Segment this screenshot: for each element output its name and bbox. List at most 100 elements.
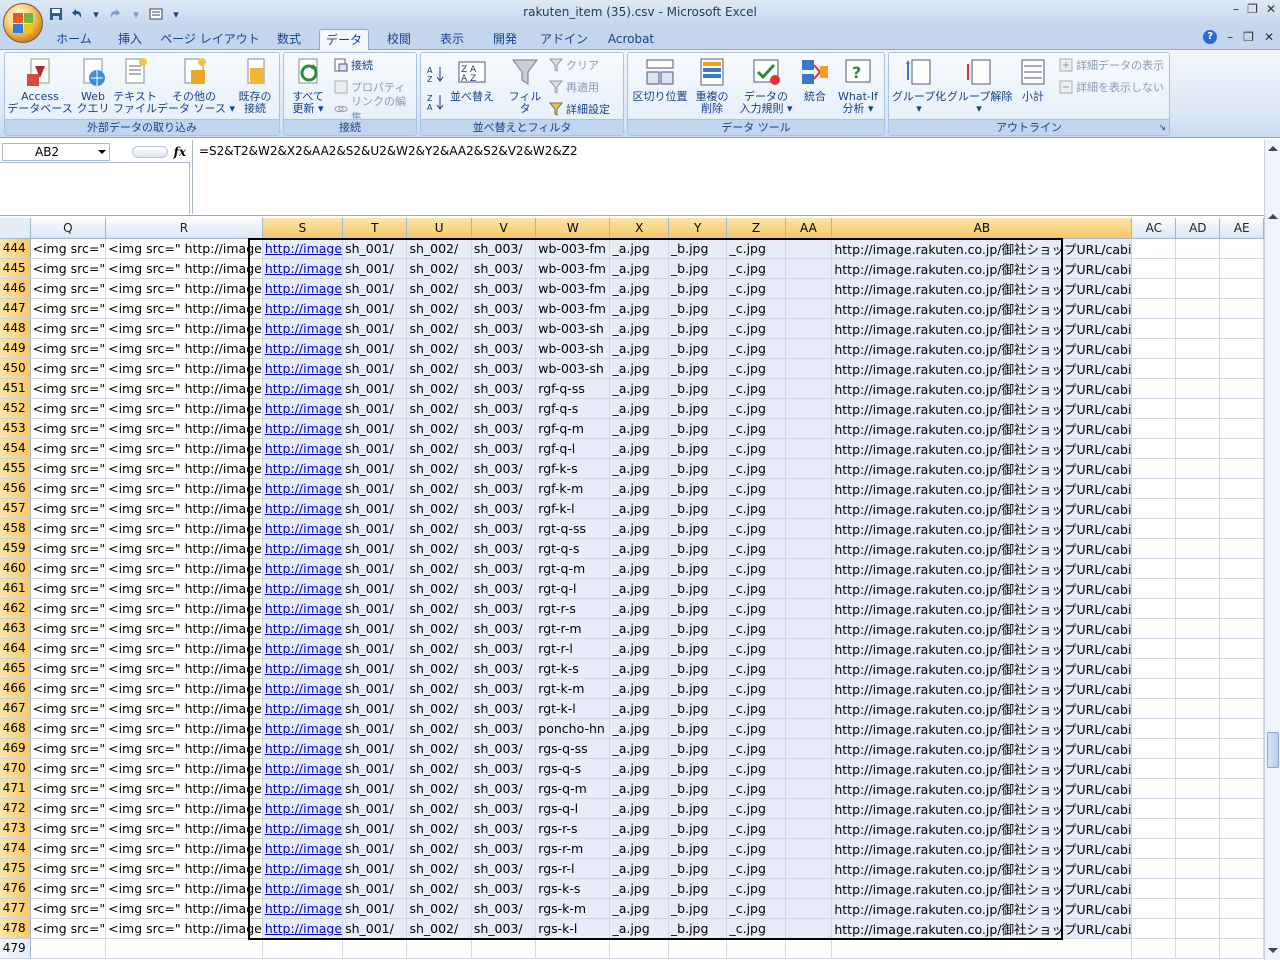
cell-t[interactable]: sh_001/: [342, 698, 408, 719]
cell-r[interactable]: <img src=" http://image: [105, 538, 263, 559]
cell-x[interactable]: _a.jpg: [609, 378, 669, 399]
cell-s[interactable]: http://image: [262, 458, 344, 479]
cell-ac[interactable]: [1131, 638, 1177, 659]
cell-r[interactable]: <img src=" http://image: [105, 438, 263, 459]
cell-u[interactable]: sh_002/: [406, 778, 472, 799]
cell-u[interactable]: sh_002/: [406, 678, 472, 699]
cell-ac[interactable]: [1131, 278, 1177, 299]
what-if-button[interactable]: ? What-If 分析 ▾: [834, 56, 882, 115]
cell-w[interactable]: rgs-q-ss: [535, 738, 611, 759]
scroll-down-icon[interactable]: [1268, 948, 1278, 953]
tab-5[interactable]: 校閲: [380, 29, 418, 50]
cell-ae[interactable]: [1219, 858, 1264, 879]
cell-ae[interactable]: [1219, 778, 1264, 799]
cell-t[interactable]: sh_001/: [342, 798, 408, 819]
row-header[interactable]: 454: [0, 438, 31, 459]
cell-x[interactable]: _a.jpg: [609, 498, 669, 519]
cell-ad[interactable]: [1175, 258, 1221, 279]
cell-t[interactable]: sh_001/: [342, 738, 408, 759]
cell-r[interactable]: <img src=" http://image: [105, 258, 263, 279]
row-header[interactable]: 460: [0, 558, 31, 579]
cell-v[interactable]: sh_003/: [471, 598, 537, 619]
cell-x[interactable]: _a.jpg: [609, 918, 669, 939]
cell-ab[interactable]: http://image.rakuten.co.jp/御社ショップURL/cab…: [831, 458, 1133, 479]
cell-z[interactable]: _c.jpg: [726, 578, 786, 599]
cell-w[interactable]: wb-003-fm: [535, 258, 611, 279]
cell-z[interactable]: _c.jpg: [726, 778, 786, 799]
cell-t[interactable]: sh_001/: [342, 818, 408, 839]
cell-u[interactable]: sh_002/: [406, 518, 472, 539]
cell-ad[interactable]: [1175, 518, 1221, 539]
cell-q[interactable]: [30, 938, 107, 959]
cell-r[interactable]: <img src=" http://image: [105, 798, 263, 819]
reapply-button[interactable]: 再適用: [548, 78, 599, 96]
scrollbar-thumb[interactable]: [1267, 732, 1279, 768]
cell-aa[interactable]: [785, 858, 833, 879]
cell-q[interactable]: <img src=": [30, 878, 107, 899]
cell-t[interactable]: sh_001/: [342, 358, 408, 379]
cell-u[interactable]: sh_002/: [406, 858, 472, 879]
cell-ad[interactable]: [1175, 298, 1221, 319]
cell-ae[interactable]: [1219, 738, 1264, 759]
row-header[interactable]: 453: [0, 418, 31, 439]
cell-x[interactable]: _a.jpg: [609, 798, 669, 819]
cell-x[interactable]: _a.jpg: [609, 658, 669, 679]
cell-ab[interactable]: http://image.rakuten.co.jp/御社ショップURL/cab…: [831, 658, 1133, 679]
cell-z[interactable]: _c.jpg: [726, 478, 786, 499]
cell-x[interactable]: _a.jpg: [609, 418, 669, 439]
cell-t[interactable]: sh_001/: [342, 258, 408, 279]
cell-y[interactable]: _b.jpg: [668, 398, 728, 419]
cell-s[interactable]: http://image: [262, 238, 344, 259]
cell-q[interactable]: <img src=": [30, 458, 107, 479]
cell-s[interactable]: http://image: [262, 918, 344, 939]
cell-u[interactable]: sh_002/: [406, 818, 472, 839]
cell-q[interactable]: <img src=": [30, 698, 107, 719]
cell-u[interactable]: sh_002/: [406, 358, 472, 379]
cell-v[interactable]: sh_003/: [471, 778, 537, 799]
cell-ab[interactable]: http://image.rakuten.co.jp/御社ショップURL/cab…: [831, 918, 1133, 939]
cell-ae[interactable]: [1219, 298, 1264, 319]
cell-x[interactable]: _a.jpg: [609, 678, 669, 699]
cell-y[interactable]: _b.jpg: [668, 618, 728, 639]
cell-aa[interactable]: [785, 238, 833, 259]
cell-w[interactable]: rgs-r-m: [535, 838, 611, 859]
cell-q[interactable]: <img src=": [30, 798, 107, 819]
cell-ad[interactable]: [1175, 458, 1221, 479]
cell-z[interactable]: _c.jpg: [726, 638, 786, 659]
cell-t[interactable]: sh_001/: [342, 618, 408, 639]
cell-s[interactable]: http://image: [262, 398, 344, 419]
cell-ad[interactable]: [1175, 398, 1221, 419]
cell-ad[interactable]: [1175, 898, 1221, 919]
row-header[interactable]: 469: [0, 738, 31, 759]
cell-t[interactable]: sh_001/: [342, 858, 408, 879]
cell-aa[interactable]: [785, 718, 833, 739]
sort-desc-button[interactable]: ZA: [427, 93, 445, 112]
cell-z[interactable]: _c.jpg: [726, 498, 786, 519]
cell-u[interactable]: sh_002/: [406, 598, 472, 619]
cell-w[interactable]: rgt-q-s: [535, 538, 611, 559]
text-file-button[interactable]: テキスト ファイル: [113, 56, 157, 115]
cell-u[interactable]: sh_002/: [406, 458, 472, 479]
cell-z[interactable]: _c.jpg: [726, 518, 786, 539]
column-header-aa[interactable]: AA: [785, 218, 833, 239]
cell-r[interactable]: <img src=" http://image: [105, 778, 263, 799]
cell-ae[interactable]: [1219, 338, 1264, 359]
cell-ad[interactable]: [1175, 718, 1221, 739]
cell-aa[interactable]: [785, 598, 833, 619]
cell-aa[interactable]: [785, 278, 833, 299]
cell-v[interactable]: sh_003/: [471, 398, 537, 419]
cell-z[interactable]: _c.jpg: [726, 678, 786, 699]
cell-s[interactable]: http://image: [262, 358, 344, 379]
cell-aa[interactable]: [785, 658, 833, 679]
ribbon-minimize-button[interactable]: –: [1227, 30, 1233, 44]
cell-u[interactable]: sh_002/: [406, 438, 472, 459]
cell-u[interactable]: sh_002/: [406, 298, 472, 319]
subtotal-button[interactable]: 小計: [1013, 56, 1053, 103]
cell-v[interactable]: sh_003/: [471, 358, 537, 379]
cell-ab[interactable]: http://image.rakuten.co.jp/御社ショップURL/cab…: [831, 798, 1133, 819]
cell-ae[interactable]: [1219, 378, 1264, 399]
cell-r[interactable]: <img src=" http://image: [105, 398, 263, 419]
cell-ac[interactable]: [1131, 378, 1177, 399]
cell-s[interactable]: http://image: [262, 298, 344, 319]
cell-ae[interactable]: [1219, 818, 1264, 839]
